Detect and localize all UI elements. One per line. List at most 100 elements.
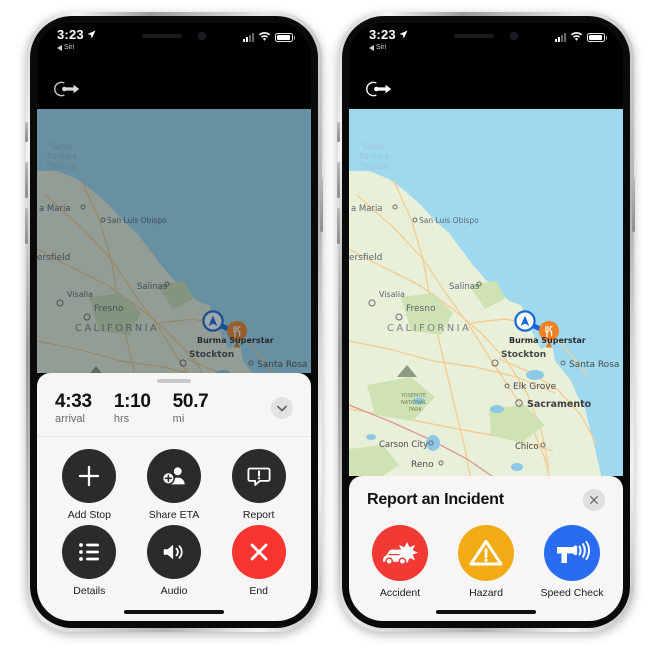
svg-text:San Luis Obispo: San Luis Obispo [107,216,167,225]
svg-text:a Maria: a Maria [39,204,71,214]
speech-alert-icon [247,467,271,486]
mute-switch[interactable] [25,122,28,142]
svg-text:CALIFORNIA: CALIFORNIA [75,323,159,334]
status-right [555,32,607,42]
volume-up-button[interactable] [337,162,340,198]
destination-label: Burma Superstar [509,336,586,345]
svg-text:Barbara: Barbara [47,152,77,161]
svg-text:Carson City: Carson City [379,440,428,450]
wifi-icon [258,32,271,41]
nav-header-left [37,69,311,109]
end-navigation-button[interactable] [231,525,286,579]
eta-distance-value: 50.7 [172,391,209,413]
status-bar: 3:23 Siri [349,23,623,69]
home-indicator[interactable] [436,610,536,614]
home-indicator[interactable] [124,610,224,614]
route-exit-icon[interactable] [365,80,393,98]
eta-distance-label: mi [172,413,185,425]
eta-summary-row[interactable]: 4:33 arrival 1:10 hrs 50.7 mi [37,383,311,437]
incident-hazard[interactable]: Hazard [443,525,529,599]
navigation-arrow-icon [514,310,536,332]
eta-duration: 1:10 hrs [114,392,151,425]
x-close-icon [250,543,268,561]
navigation-sheet: 4:33 arrival 1:10 hrs 50.7 mi Add Stop S… [37,373,311,621]
svg-text:Salinas: Salinas [449,282,480,292]
svg-text:Santa: Santa [363,142,385,151]
map-canvas-left[interactable]: Santa Barbara Channel a Maria San Luis O… [37,109,311,374]
add-stop-button[interactable] [62,449,117,503]
action-share-eta[interactable]: Share ETA [132,449,217,521]
list-icon [79,543,100,561]
svg-text:Fresno: Fresno [94,304,124,314]
notch [422,23,550,49]
phone-left: 3:23 Siri Santa Barbara Channel a Maria … [25,12,323,632]
audio-button[interactable] [146,525,201,579]
mute-switch[interactable] [337,122,340,142]
battery-icon [587,32,607,42]
svg-text:Visalia: Visalia [67,290,93,299]
incident-label: Hazard [469,587,503,599]
status-bar: 3:23 Siri [37,23,311,69]
back-arrow-icon [369,44,374,51]
status-left: 3:23 Siri [57,28,96,51]
svg-text:Santa: Santa [51,142,73,151]
report-button[interactable] [231,449,286,503]
plus-icon [79,465,100,487]
earpiece-speaker [454,34,494,38]
screen-left: 3:23 Siri Santa Barbara Channel a Maria … [37,23,311,621]
status-time-group: 3:23 [369,28,408,41]
svg-text:Fresno: Fresno [406,304,436,314]
back-app-label: Siri [376,44,387,51]
front-camera [510,32,518,40]
back-app-label: Siri [64,44,75,51]
svg-text:San Luis Obispo: San Luis Obispo [419,216,479,225]
power-button[interactable] [632,178,635,232]
incident-label: Speed Check [540,587,604,599]
action-label: Details [73,585,106,597]
svg-text:a Maria: a Maria [351,204,383,214]
report-sheet-header: Report an Incident [349,476,623,515]
svg-text:Elk Grove: Elk Grove [513,382,557,392]
svg-text:Channel: Channel [359,162,391,171]
incident-accident[interactable]: Accident [357,525,443,599]
svg-text:Salinas: Salinas [137,282,168,292]
status-time: 3:23 [369,27,396,42]
action-label: Add Stop [67,509,111,521]
back-to-app-indicator[interactable]: Siri [369,44,408,51]
route-exit-icon[interactable] [53,80,81,98]
action-audio[interactable]: Audio [132,525,217,597]
details-button[interactable] [62,525,117,579]
action-details[interactable]: Details [47,525,132,597]
svg-text:YOSEMITE: YOSEMITE [400,393,426,399]
eta-duration-value: 1:10 [113,391,151,413]
notch [110,23,238,49]
action-report[interactable]: Report [216,449,301,521]
collapse-sheet-button[interactable] [271,397,293,420]
wifi-icon [570,32,583,41]
destination-label: Burma Superstar [197,336,274,345]
location-arrow-icon [399,30,408,39]
action-add-stop[interactable]: Add Stop [47,449,132,521]
share-eta-button[interactable] [146,449,201,503]
hazard-button[interactable] [458,525,514,581]
cellular-signal-icon [243,32,254,42]
chevron-down-icon [277,405,287,411]
volume-up-button[interactable] [25,162,28,198]
close-report-sheet-button[interactable] [583,489,605,511]
battery-icon [275,32,295,42]
eta-arrival: 4:33 arrival [55,392,92,425]
action-end[interactable]: End [216,525,301,597]
volume-down-button[interactable] [337,208,340,244]
volume-down-button[interactable] [25,208,28,244]
screenshot-stage: 3:23 Siri Santa Barbara Channel a Maria … [0,0,660,650]
map-canvas-right[interactable]: Santa Barbara Channel a Maria San Luis O… [349,109,623,476]
location-arrow-icon [87,30,96,39]
accident-button[interactable] [372,525,428,581]
back-to-app-indicator[interactable]: Siri [57,44,96,51]
eta-distance: 50.7 mi [173,392,209,425]
power-button[interactable] [320,178,323,232]
incident-speed-check[interactable]: Speed Check [529,525,615,599]
speed-check-button[interactable] [544,525,600,581]
status-time: 3:23 [57,27,84,42]
action-label: Audio [160,585,188,597]
